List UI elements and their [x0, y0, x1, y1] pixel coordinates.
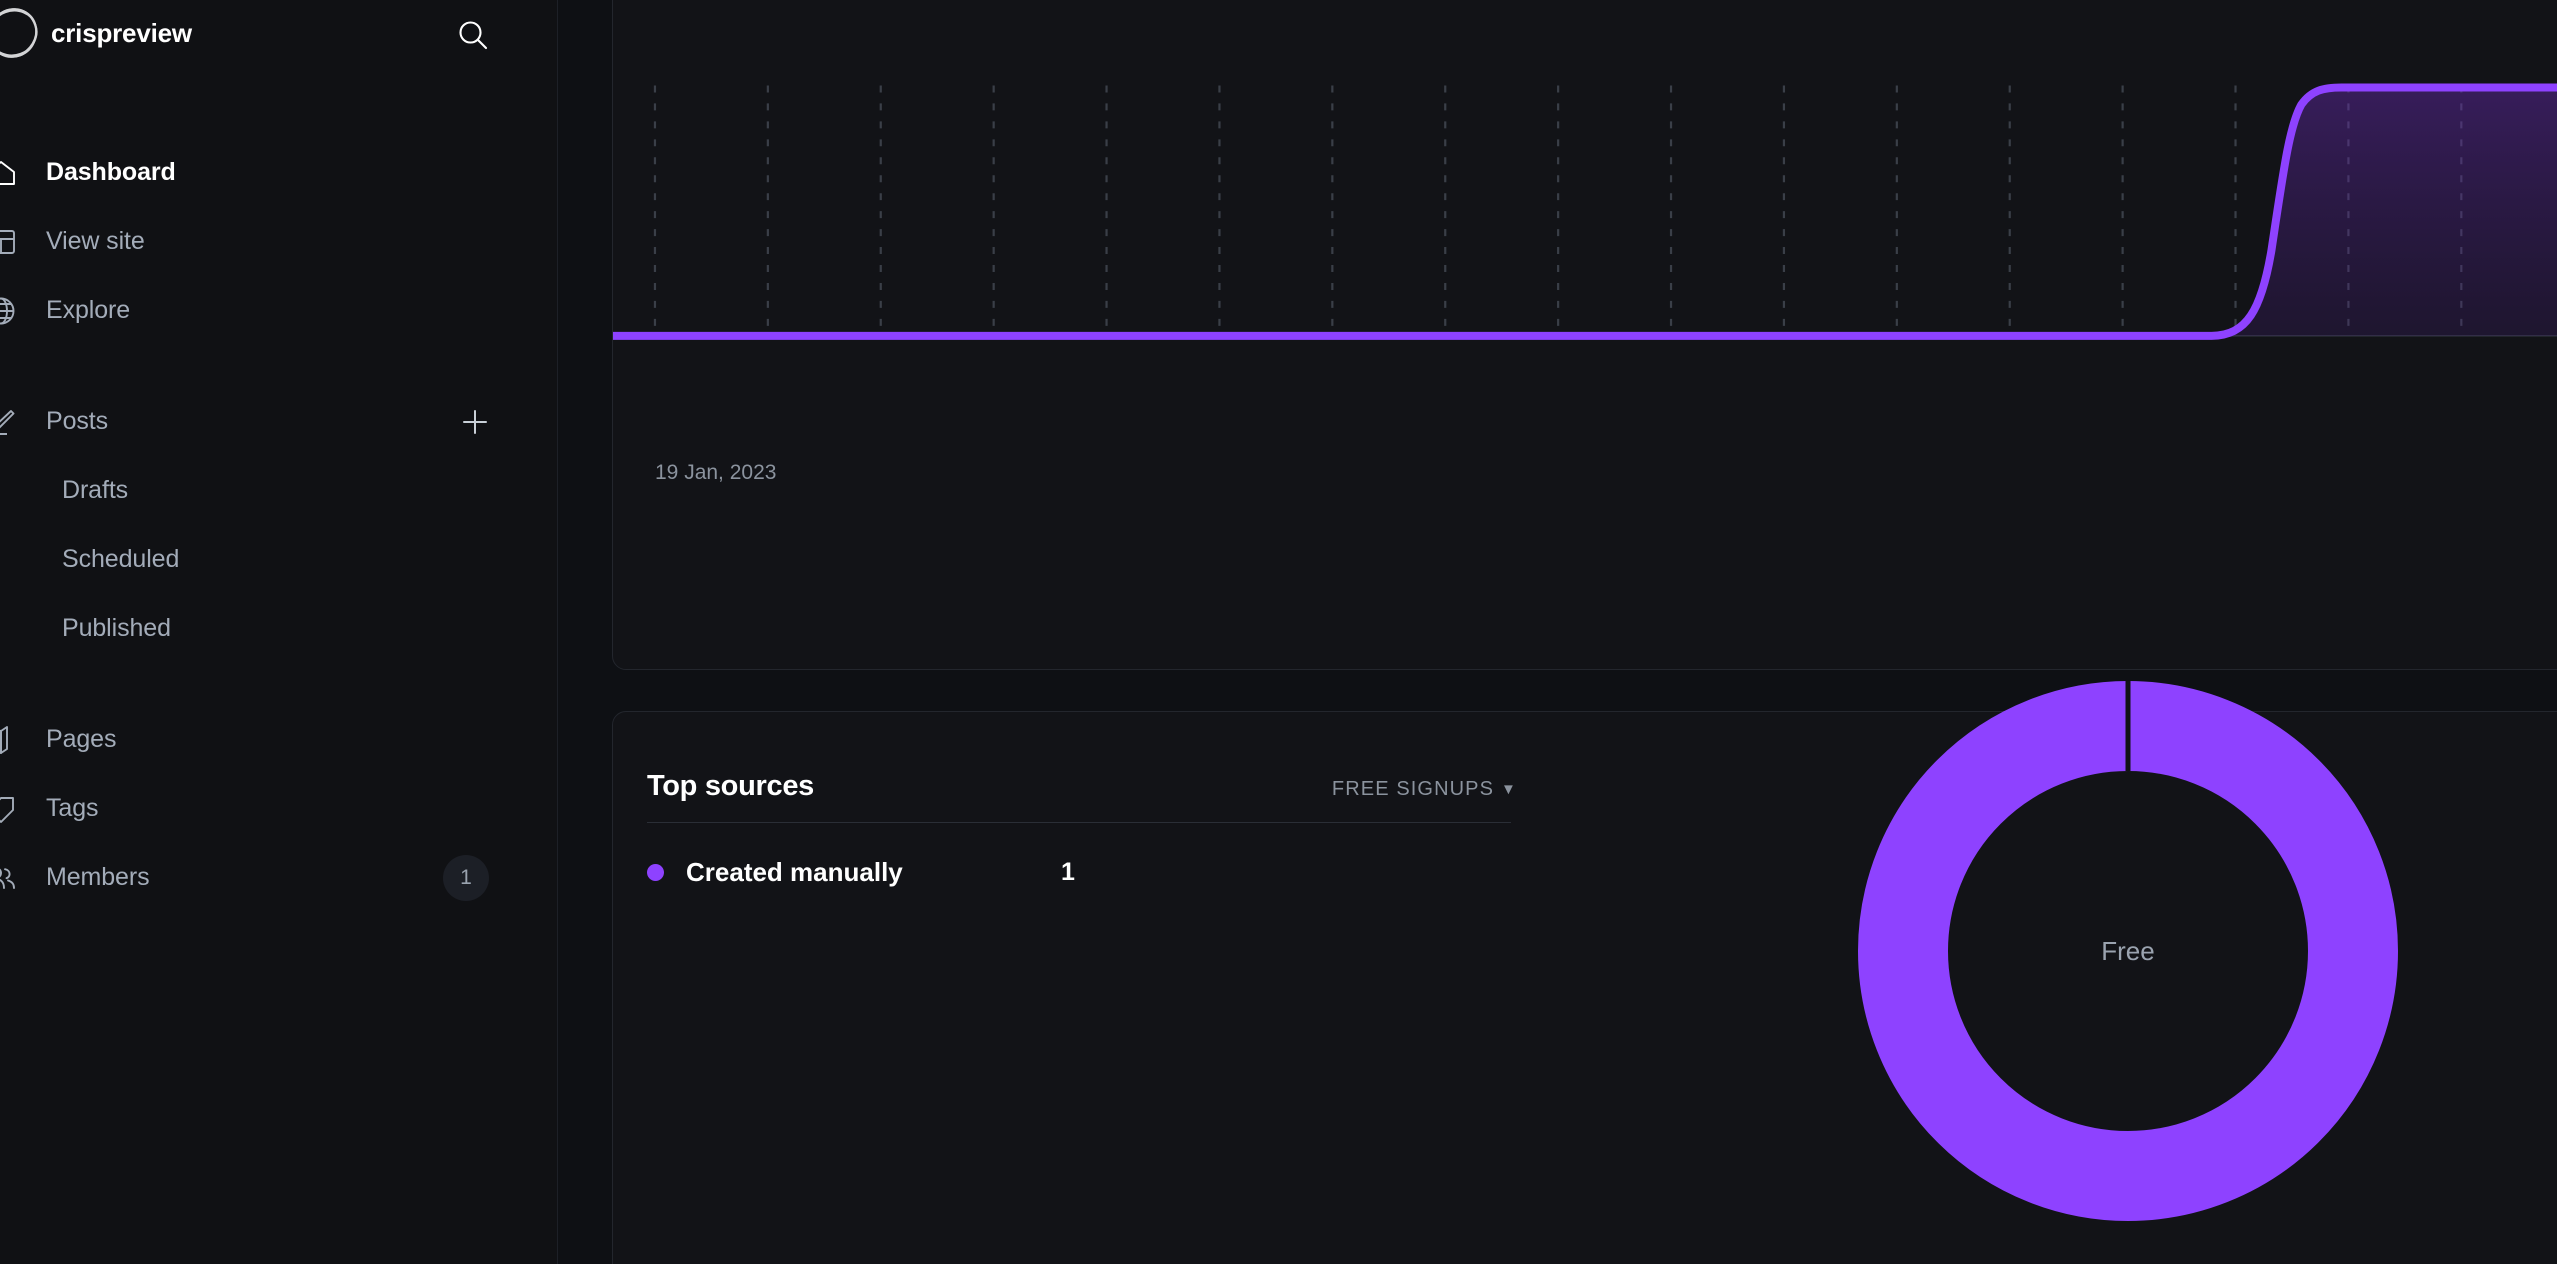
members-area-chart: [613, 83, 2557, 340]
sidebar-item-posts[interactable]: Posts: [0, 387, 557, 456]
brand-row[interactable]: crispreview: [0, 0, 557, 66]
sidebar-item-label: Tags: [46, 794, 99, 822]
pencil-icon: [0, 405, 46, 439]
sidebar-nav: Dashboard View site Explore Posts Drafts…: [0, 138, 557, 912]
sidebar-item-label: Drafts: [62, 476, 129, 504]
sidebar-item-explore[interactable]: Explore: [0, 276, 557, 345]
top-sources-header: Top sources FREE SIGNUPS ▼: [647, 770, 1517, 803]
sidebar-item-label: Dashboard: [46, 158, 176, 186]
sidebar-item-pages[interactable]: Pages: [0, 705, 557, 774]
sidebar-item-published[interactable]: Published: [0, 594, 557, 663]
sidebar-item-label: View site: [46, 227, 145, 255]
sidebar-item-tags[interactable]: Tags: [0, 774, 557, 843]
nav-group-primary: Dashboard View site Explore: [0, 138, 557, 345]
nav-group-content: Posts Drafts Scheduled Published: [0, 387, 557, 663]
sidebar-item-label: Scheduled: [62, 545, 180, 573]
members-icon: [0, 861, 46, 895]
top-sources-title: Top sources: [647, 770, 814, 802]
app-root: crispreview Dashboard View site Explore …: [0, 0, 2557, 1264]
sidebar-item-scheduled[interactable]: Scheduled: [0, 525, 557, 594]
source-name: Created manually: [686, 857, 903, 887]
layout-icon: [0, 225, 46, 259]
sidebar-item-drafts[interactable]: Drafts: [0, 456, 557, 525]
chart-x-axis-start-label: 19 Jan, 2023: [655, 461, 777, 484]
main-content: Dashboard: [558, 0, 2557, 1264]
table-row[interactable]: Created manually 1: [647, 857, 1511, 888]
donut-center-label: Free: [2101, 935, 2155, 966]
source-color-dot: [647, 864, 664, 881]
sidebar-item-label: Posts: [46, 407, 109, 435]
sidebar-item-label: Published: [62, 614, 171, 642]
home-icon: [0, 156, 46, 190]
nav-group-structures: Pages Tags Members 1: [0, 705, 557, 912]
sidebar-item-label: Pages: [46, 725, 117, 753]
members-chart-card: 19 Jan, 2023 18 Fe: [612, 0, 2557, 670]
sidebar-item-label: Members: [46, 863, 150, 891]
scribble-circle-icon: [0, 2, 44, 64]
top-sources-divider: [647, 822, 1511, 823]
sidebar-item-label: Explore: [46, 296, 131, 324]
sidebar: crispreview Dashboard View site Explore …: [0, 0, 558, 1264]
chart-area-total-members: [613, 87, 2557, 336]
chevron-down-icon: ▼: [1501, 781, 1517, 798]
plus-icon[interactable]: [455, 402, 495, 442]
sidebar-item-dashboard[interactable]: Dashboard: [0, 138, 557, 207]
search-icon[interactable]: [452, 14, 494, 56]
top-sources-card: Top sources FREE SIGNUPS ▼ Created manua…: [612, 681, 2557, 1264]
sidebar-item-members[interactable]: Members 1: [0, 843, 557, 912]
tag-icon: [0, 792, 46, 826]
free-signups-donut-chart: Free: [1843, 666, 2413, 1236]
book-icon: [0, 723, 46, 757]
source-value: 1: [1061, 858, 1075, 886]
globe-icon: [0, 294, 46, 328]
sidebar-item-view-site[interactable]: View site: [0, 207, 557, 276]
brand-name: crispreview: [51, 17, 192, 48]
members-count-badge: 1: [443, 854, 489, 901]
free-signups-dropdown[interactable]: FREE SIGNUPS ▼: [1332, 778, 1517, 801]
free-signups-label: FREE SIGNUPS: [1331, 778, 1495, 800]
